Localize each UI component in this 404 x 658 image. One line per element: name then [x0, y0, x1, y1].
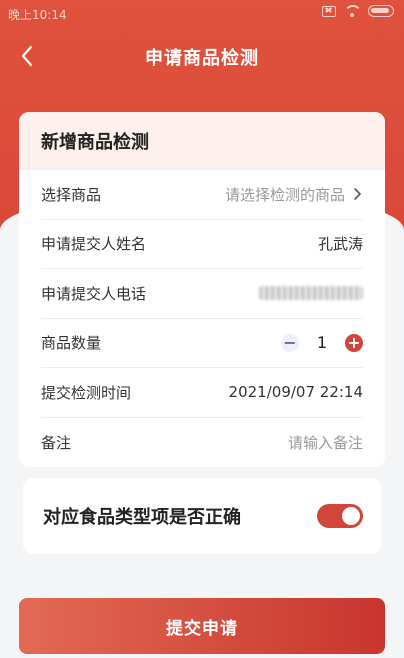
quantity-label: 商品数量 — [41, 334, 102, 353]
food-type-toggle[interactable] — [317, 504, 363, 528]
remark-label: 备注 — [41, 433, 72, 452]
applicant-name-label: 申请提交人姓名 — [41, 235, 147, 254]
select-product-placeholder: 请选择检测的商品 — [224, 185, 345, 204]
status-icons — [322, 5, 394, 17]
quantity-value: 1 — [316, 333, 327, 353]
page-title: 申请商品检测 — [145, 48, 259, 69]
quantity-increase-button[interactable]: + — [345, 333, 363, 352]
select-product-row[interactable]: 选择商品 请选择检测的商品 — [41, 170, 363, 220]
form-card: 新增商品检测 选择商品 请选择检测的商品 申请提交人姓名 孔武涛 申请提交人电话… — [19, 112, 385, 467]
status-bar: 晚上10:14 — [0, 0, 404, 28]
select-product-label: 选择商品 — [41, 185, 102, 204]
quantity-stepper: − 1 + — [280, 333, 363, 353]
submit-time-label: 提交检测时间 — [41, 383, 132, 402]
applicant-phone-row[interactable]: 申请提交人电话 — [41, 269, 363, 319]
battery-icon — [368, 5, 394, 17]
wifi-icon — [344, 5, 362, 17]
chevron-right-icon — [354, 188, 361, 201]
quantity-decrease-button[interactable]: − — [280, 333, 299, 352]
applicant-phone-value-blurred[interactable] — [259, 286, 363, 301]
remark-input[interactable]: 请输入备注 — [288, 432, 363, 453]
food-type-label: 对应食品类型项是否正确 — [43, 507, 241, 528]
submit-time-row[interactable]: 提交检测时间 2021/09/07 22:14 — [41, 368, 363, 418]
form-card-title: 新增商品检测 — [19, 112, 385, 170]
nav-bar: 申请商品检测 — [0, 32, 404, 80]
applicant-name-value[interactable]: 孔武涛 — [318, 233, 363, 254]
submit-button[interactable]: 提交申请 — [19, 598, 385, 654]
remark-row[interactable]: 备注 请输入备注 — [41, 418, 363, 468]
food-type-card: 对应食品类型项是否正确 — [23, 478, 381, 554]
quantity-row: 商品数量 − 1 + — [41, 319, 363, 368]
notification-icon — [322, 5, 336, 17]
applicant-phone-label: 申请提交人电话 — [41, 284, 147, 303]
submit-time-value[interactable]: 2021/09/07 22:14 — [229, 383, 363, 401]
status-time: 晚上10:14 — [8, 8, 67, 22]
applicant-name-row[interactable]: 申请提交人姓名 孔武涛 — [41, 220, 363, 269]
